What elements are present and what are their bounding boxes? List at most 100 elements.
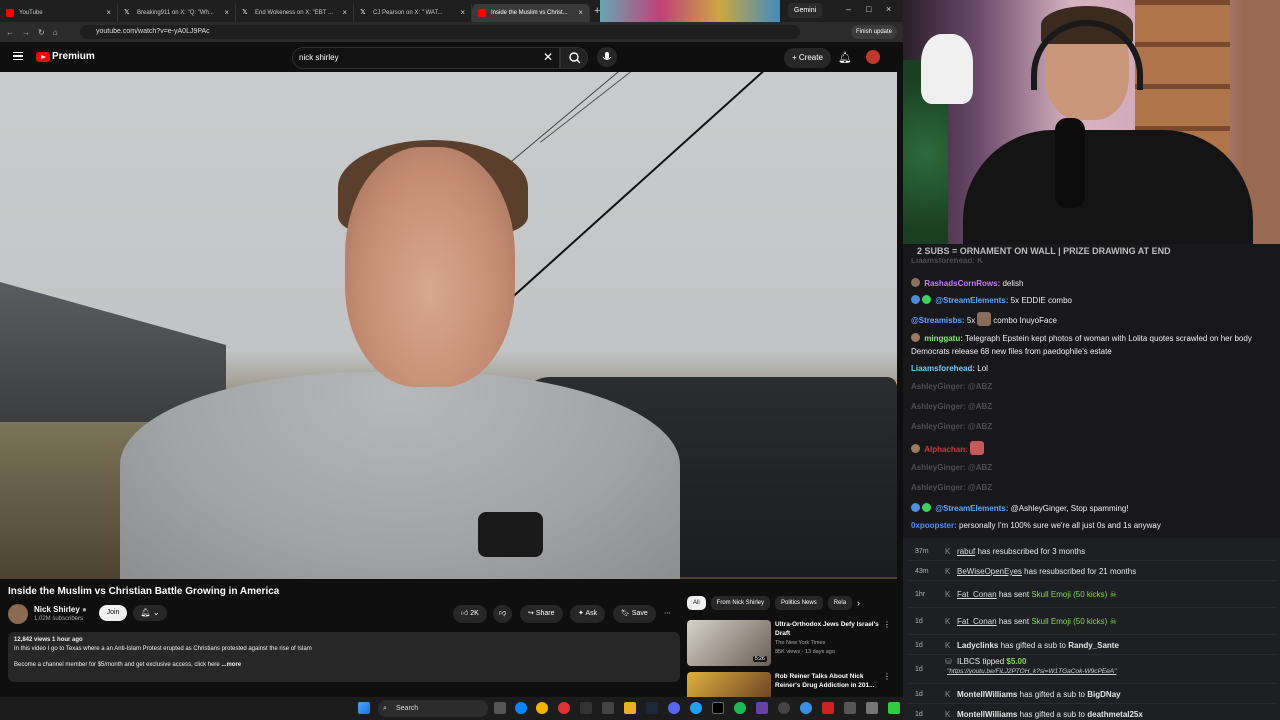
- chat-username[interactable]: AshleyGinger:: [911, 422, 966, 431]
- reload-icon[interactable]: ↻: [38, 28, 45, 37]
- chat-username[interactable]: @Streamisbs:: [911, 316, 965, 325]
- task-view-icon[interactable]: [494, 702, 506, 714]
- browser-tab-active[interactable]: Inside the Muslim vs Christ... ×: [472, 3, 590, 22]
- app-icon[interactable]: [580, 702, 592, 714]
- video-player[interactable]: [0, 72, 897, 579]
- app-icon[interactable]: [866, 702, 878, 714]
- show-more-link[interactable]: ...more: [221, 662, 241, 668]
- more-actions-button[interactable]: ⋯: [660, 605, 675, 623]
- browser-tab[interactable]: 𝕏 CJ Pearson on X: " WAT... ×: [354, 3, 472, 22]
- chat-username[interactable]: @StreamElements:: [935, 504, 1008, 513]
- taskbar-search[interactable]: ⌕ Search: [378, 700, 488, 717]
- channel-name[interactable]: Nick Shirley ●: [34, 605, 87, 614]
- join-button[interactable]: Join: [99, 605, 127, 621]
- close-tab-icon[interactable]: ×: [460, 8, 465, 17]
- event-target[interactable]: BigDNay: [1087, 690, 1120, 699]
- windows-start-icon[interactable]: [358, 702, 370, 714]
- share-button[interactable]: ↪ Share: [520, 605, 563, 623]
- account-avatar[interactable]: [866, 50, 880, 64]
- notifications-bell-icon[interactable]: 🔔︎: [838, 51, 852, 64]
- create-button[interactable]: + Create: [784, 48, 831, 68]
- maximize-icon[interactable]: □: [866, 4, 871, 14]
- file-explorer-icon[interactable]: [624, 702, 636, 714]
- chat-text: @ABZ: [967, 422, 993, 431]
- app-icon[interactable]: [602, 702, 614, 714]
- clear-search-icon[interactable]: ✕: [543, 50, 553, 64]
- channel-avatar[interactable]: [8, 604, 28, 624]
- app-icon[interactable]: [800, 702, 812, 714]
- app-icon[interactable]: [822, 702, 834, 714]
- app-icon[interactable]: [778, 702, 790, 714]
- event-username[interactable]: MontellWilliams: [957, 690, 1017, 699]
- chat-username[interactable]: Liaamsforehead:: [911, 364, 975, 373]
- ask-button[interactable]: ✦ Ask: [570, 605, 606, 623]
- event-username[interactable]: BeWiseOpenEyes: [957, 567, 1022, 576]
- more-options-icon[interactable]: ⋮: [883, 620, 891, 629]
- chat-username[interactable]: @StreamElements:: [935, 296, 1008, 305]
- event-username[interactable]: Fat_Conan: [957, 590, 997, 599]
- chat-message: Alphachan:: [911, 441, 1271, 456]
- like-button[interactable]: 👍︎ 2K: [453, 605, 487, 623]
- search-button[interactable]: [560, 47, 588, 69]
- back-icon[interactable]: ←: [6, 28, 14, 37]
- event-username[interactable]: Fat_Conan: [957, 617, 997, 626]
- url-field[interactable]: youtube.com/watch?v=e-yA0LJ9PAc: [80, 25, 800, 39]
- gemini-button[interactable]: Gemini: [788, 3, 823, 18]
- app-icon[interactable]: [756, 702, 768, 714]
- discord-icon[interactable]: [668, 702, 680, 714]
- close-window-icon[interactable]: ×: [886, 4, 891, 14]
- recommended-video[interactable]: Rob Reiner Talks About Nick Reiner's Dru…: [687, 672, 897, 697]
- chevron-right-icon[interactable]: ›: [857, 596, 860, 610]
- dislike-button[interactable]: 👎︎: [493, 605, 513, 623]
- tiktok-icon[interactable]: [712, 702, 724, 714]
- edge-icon[interactable]: [515, 702, 527, 714]
- search-input[interactable]: nick shirley: [292, 47, 560, 69]
- more-options-icon[interactable]: ⋮: [883, 672, 891, 681]
- app-icon[interactable]: [558, 702, 570, 714]
- steam-icon[interactable]: [646, 702, 658, 714]
- forward-icon[interactable]: →: [22, 28, 30, 37]
- chat-username[interactable]: minggatu:: [924, 334, 963, 343]
- chat-message-faded: AshleyGinger: @ABZ: [911, 420, 1271, 433]
- close-tab-icon[interactable]: ×: [106, 8, 111, 17]
- chip-from-channel[interactable]: From Nick Shirley: [710, 596, 771, 610]
- chrome-icon[interactable]: [536, 702, 548, 714]
- menu-icon[interactable]: [13, 52, 23, 60]
- browser-tab[interactable]: 𝕏 End Wokeness on X: "EBT ... ×: [236, 3, 354, 22]
- home-icon[interactable]: ⌂: [53, 28, 58, 37]
- close-tab-icon[interactable]: ×: [578, 8, 583, 17]
- recommended-video[interactable]: 5:26 Ultra-Orthodox Jews Defy Israel's D…: [687, 620, 897, 666]
- close-tab-icon[interactable]: ×: [342, 8, 347, 17]
- chip-politics-news[interactable]: Politics News: [775, 596, 823, 610]
- chat-username[interactable]: AshleyGinger:: [911, 483, 966, 492]
- minimize-icon[interactable]: –: [846, 4, 851, 14]
- youtube-logo-icon[interactable]: [36, 52, 50, 62]
- chat-username[interactable]: AshleyGinger:: [911, 382, 966, 391]
- event-username[interactable]: ILBCS: [957, 657, 980, 666]
- chip-all[interactable]: All: [687, 596, 706, 610]
- spotify-icon[interactable]: [734, 702, 746, 714]
- chat-username[interactable]: Alphachan:: [924, 445, 968, 454]
- app-icon[interactable]: [690, 702, 702, 714]
- event-username[interactable]: Ladyclinks: [957, 641, 998, 650]
- chat-username[interactable]: AshleyGinger:: [911, 402, 966, 411]
- tip-message-link[interactable]: "https://youtu.be/FiLJ2PTOH_k?si=W1TGaCo…: [947, 667, 1116, 677]
- event-username[interactable]: MontellWilliams: [957, 710, 1017, 719]
- app-icon[interactable]: [844, 702, 856, 714]
- event-target[interactable]: Randy_Sante: [1068, 641, 1119, 650]
- description-box[interactable]: 12,842 views 1 hour ago In this video I …: [8, 632, 680, 682]
- chip-related[interactable]: Rela: [827, 596, 853, 610]
- voice-search-button[interactable]: [597, 47, 617, 67]
- subscription-bell-button[interactable]: 🔔︎ ⌄: [133, 605, 167, 621]
- event-target[interactable]: deathmetal25x: [1087, 710, 1143, 719]
- browser-tab[interactable]: YouTube ×: [0, 3, 118, 22]
- chat-username[interactable]: AshleyGinger:: [911, 463, 966, 472]
- close-tab-icon[interactable]: ×: [224, 8, 229, 17]
- app-icon[interactable]: [888, 702, 900, 714]
- save-button[interactable]: 🔖︎ Save: [613, 605, 656, 623]
- chat-username[interactable]: RashadsCornRows:: [924, 279, 1000, 288]
- finish-update-button[interactable]: Finish update: [850, 25, 897, 39]
- browser-tab[interactable]: 𝕏 Breaking911 on X: "Q: "Wh... ×: [118, 3, 236, 22]
- chat-username[interactable]: 0xpoopster:: [911, 521, 957, 530]
- event-username[interactable]: rabuf: [957, 547, 975, 556]
